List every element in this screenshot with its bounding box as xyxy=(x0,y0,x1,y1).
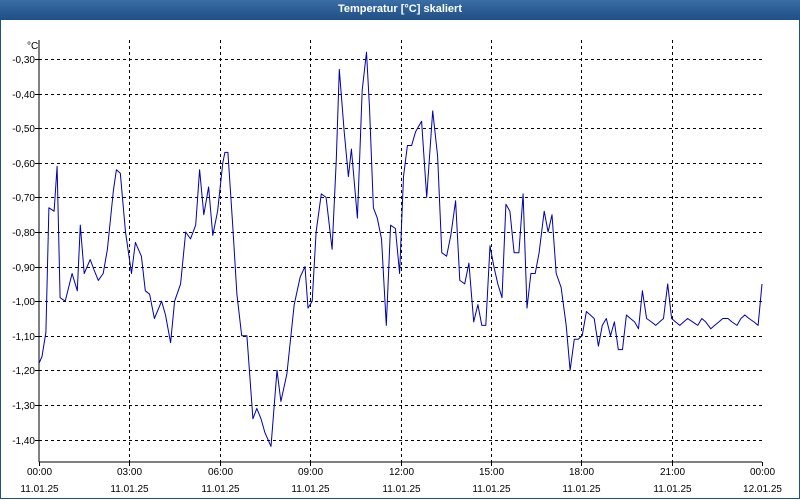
x-tick-date-label: 11.01.25 xyxy=(110,484,149,495)
y-tick-label: -0,40 xyxy=(12,90,35,101)
x-tick-date-label: 11.01.25 xyxy=(653,484,692,495)
x-tick-time-label: 00:00 xyxy=(27,467,52,478)
x-tick-date-label: 11.01.25 xyxy=(20,484,59,495)
y-tick-label: -0,50 xyxy=(12,124,35,135)
x-tick-date-label: 11.01.25 xyxy=(291,484,330,495)
temperature-series-line xyxy=(38,51,763,447)
x-tick-time-label: 12:00 xyxy=(389,467,414,478)
line-chart: °C -1,40 -1,30 -1,20 -1,10 -1,00 -0,90 -0,80 -0… xyxy=(12,40,782,495)
x-tick-labels: 00:00 11.01.25 03:00 11.01.25 06:00 11.01.25 0… xyxy=(20,462,782,495)
y-tick-label: -0,30 xyxy=(12,55,35,66)
x-tick-date-label: 11.01.25 xyxy=(472,484,511,495)
chart-title: Temperatur [°C] skaliert xyxy=(0,0,800,20)
x-tick-time-label: 15:00 xyxy=(479,467,504,478)
x-tick-date-label: 11.01.25 xyxy=(562,484,601,495)
y-tick-label: -0,90 xyxy=(12,263,35,274)
y-tick-label: -1,00 xyxy=(12,297,35,308)
y-tick-label: -0,70 xyxy=(12,193,35,204)
y-tick-label: -1,10 xyxy=(12,332,35,343)
y-tick-label: -0,60 xyxy=(12,159,35,170)
x-tick-time-label: 06:00 xyxy=(208,467,233,478)
x-tick-date-label: 11.01.25 xyxy=(382,484,421,495)
x-tick-time-label: 03:00 xyxy=(117,467,142,478)
y-tick-label: -1,40 xyxy=(12,436,35,447)
x-tick-date-label: 12.01.25 xyxy=(743,484,782,495)
y-tick-labels: -1,40 -1,30 -1,20 -1,10 -1,00 -0,90 -0,80 -0,70… xyxy=(12,55,39,447)
x-tick-date-label: 11.01.25 xyxy=(201,484,240,495)
y-axis-label: °C xyxy=(27,41,38,52)
y-tick-label: -1,20 xyxy=(12,366,35,377)
x-tick-time-label: 18:00 xyxy=(569,467,594,478)
x-tick-time-label: 09:00 xyxy=(298,467,323,478)
y-tick-label: -1,30 xyxy=(12,401,35,412)
x-tick-time-label: 00:00 xyxy=(750,467,775,478)
y-tick-label: -0,80 xyxy=(12,228,35,239)
series-group xyxy=(38,51,763,447)
x-tick-time-label: 21:00 xyxy=(660,467,685,478)
